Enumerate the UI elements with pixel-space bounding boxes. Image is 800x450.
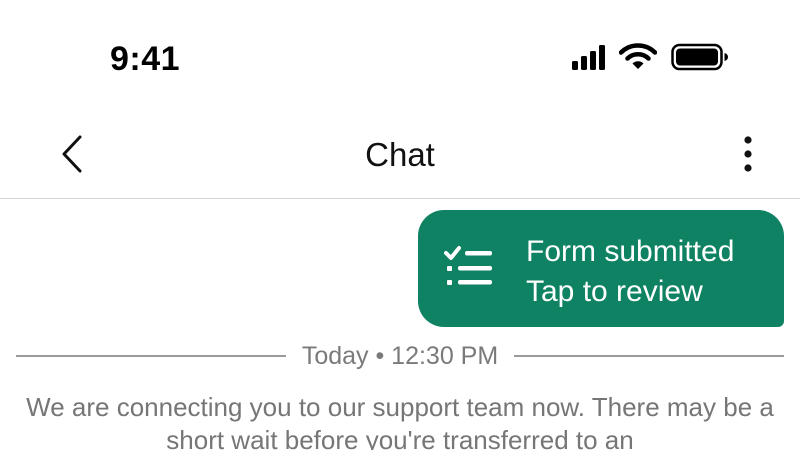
status-time: 9:41 xyxy=(110,40,181,78)
cellular-signal-icon xyxy=(572,44,605,70)
date-separator-label: Today • 12:30 PM xyxy=(301,341,499,370)
status-icons xyxy=(572,43,729,71)
more-options-button[interactable] xyxy=(728,132,768,176)
form-bubble-text: Form submitted Tap to review xyxy=(526,232,734,312)
form-review-label: Tap to review xyxy=(526,275,703,308)
form-submitted-bubble[interactable]: Form submitted Tap to review xyxy=(418,210,784,327)
separator-line-left xyxy=(16,355,286,357)
nav-divider xyxy=(0,198,800,199)
date-separator: Today • 12:30 PM xyxy=(16,338,784,374)
form-status-label: Form submitted xyxy=(526,235,735,268)
nav-bar: Chat xyxy=(0,110,800,198)
separator-line-right xyxy=(514,355,784,357)
more-vertical-icon xyxy=(744,136,752,172)
system-message: We are connecting you to our support tea… xyxy=(26,392,774,450)
checklist-icon xyxy=(444,244,496,297)
chat-screen: 9:41 Chat Form submitted Tap to review T… xyxy=(0,0,800,450)
wifi-icon xyxy=(619,43,657,71)
page-title: Chat xyxy=(365,136,435,173)
battery-icon xyxy=(671,43,729,71)
